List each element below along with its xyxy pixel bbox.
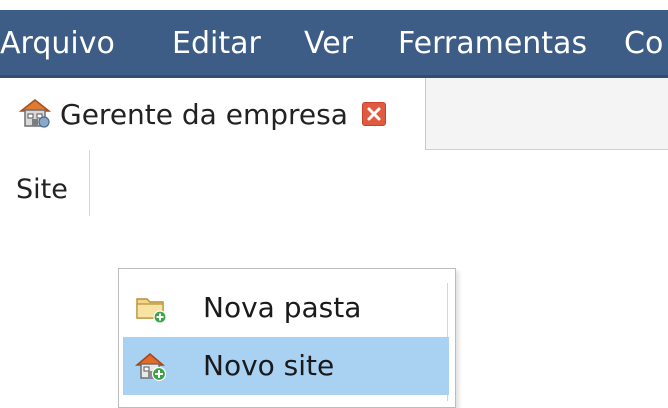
- menu-co[interactable]: Co: [624, 10, 663, 75]
- close-icon[interactable]: [362, 102, 386, 126]
- menu-item-new-folder[interactable]: Nova pasta: [123, 279, 449, 337]
- company-manager-icon: [18, 96, 52, 130]
- menu-item-new-site[interactable]: Novo site: [123, 337, 449, 395]
- new-folder-icon: [135, 292, 167, 324]
- menu-ver[interactable]: Ver: [304, 10, 353, 75]
- column-header-label: Site: [16, 174, 68, 205]
- tab-strip: Gerente da empresa: [0, 78, 668, 150]
- menu-ferramentas[interactable]: Ferramentas: [398, 10, 587, 75]
- menu-item-label: Novo site: [203, 349, 335, 382]
- window-top-edge: [0, 0, 668, 10]
- tab-label: Gerente da empresa: [60, 98, 348, 131]
- menu-editar[interactable]: Editar: [172, 10, 261, 75]
- menu-arquivo[interactable]: Arquivo: [0, 10, 115, 75]
- context-menu: Nova pasta Novo site: [118, 268, 456, 408]
- menu-bar: Arquivo Editar Ver Ferramentas Co: [0, 10, 668, 78]
- tab-company-manager[interactable]: Gerente da empresa: [0, 78, 426, 150]
- menu-item-label: Nova pasta: [203, 291, 362, 324]
- new-site-icon: [134, 350, 167, 382]
- column-header-site[interactable]: Site: [0, 150, 90, 216]
